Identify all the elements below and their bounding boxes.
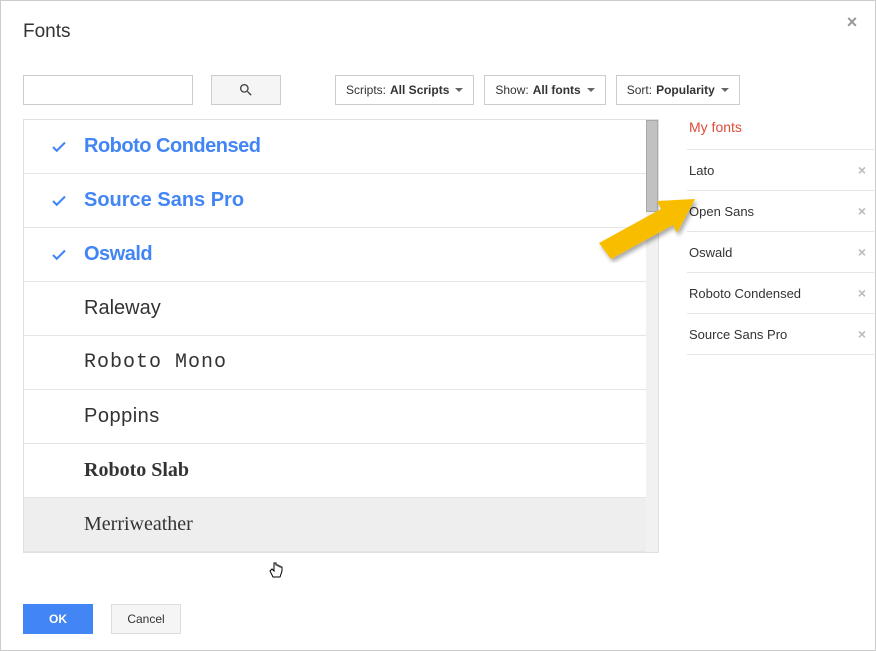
content-area: Roboto Condensed Source Sans Pro Oswald Ral… [1, 119, 875, 553]
search-button[interactable] [211, 75, 281, 105]
sort-filter-value: Popularity [656, 83, 715, 97]
show-filter-value: All fonts [533, 83, 581, 97]
font-name-label: Roboto Slab [84, 459, 189, 482]
close-icon: × [858, 285, 866, 301]
my-fonts-sidebar: My fonts Lato×Open Sans×Oswald×Roboto Co… [659, 119, 875, 553]
font-item[interactable]: Raleway [24, 282, 658, 336]
scripts-filter-label: Scripts: [346, 83, 386, 97]
remove-font-button[interactable]: × [858, 203, 866, 219]
font-item[interactable]: Poppins [24, 390, 658, 444]
font-item[interactable]: Source Sans Pro [24, 174, 658, 228]
sidebar-title: My fonts [687, 119, 874, 149]
cursor-hand-icon [268, 561, 286, 581]
font-name-label: Oswald [84, 243, 152, 266]
toolbar: Scripts: All Scripts Show: All fonts Sor… [1, 57, 875, 119]
chevron-down-icon [721, 88, 729, 92]
my-fonts-list: Lato×Open Sans×Oswald×Roboto Condensed×S… [687, 149, 874, 355]
show-filter-label: Show: [495, 83, 528, 97]
close-icon: × [858, 162, 866, 178]
my-font-label: Open Sans [689, 204, 754, 219]
search-icon [238, 82, 254, 98]
font-item[interactable]: Roboto Mono [24, 336, 658, 390]
font-item[interactable]: Oswald [24, 228, 658, 282]
my-font-item[interactable]: Oswald × [687, 232, 874, 273]
chevron-down-icon [587, 88, 595, 92]
font-list: Roboto Condensed Source Sans Pro Oswald Ral… [23, 119, 659, 553]
dialog-footer: OK Cancel [23, 604, 181, 634]
remove-font-button[interactable]: × [858, 244, 866, 260]
search-input[interactable] [23, 75, 193, 105]
my-font-item[interactable]: Open Sans × [687, 191, 874, 232]
fonts-dialog: Fonts × Scripts: All Scripts Show: All f… [0, 0, 876, 651]
close-icon: × [858, 203, 866, 219]
cancel-button[interactable]: Cancel [111, 604, 181, 634]
font-name-label: Source Sans Pro [84, 189, 244, 212]
close-button[interactable]: × [843, 13, 861, 31]
my-font-item[interactable]: Source Sans Pro × [687, 314, 874, 355]
check-icon [50, 246, 84, 264]
check-icon [50, 192, 84, 210]
scripts-filter[interactable]: Scripts: All Scripts [335, 75, 474, 105]
my-font-label: Lato [689, 163, 714, 178]
my-font-label: Roboto Condensed [689, 286, 801, 301]
my-font-label: Oswald [689, 245, 732, 260]
chevron-down-icon [455, 88, 463, 92]
my-font-item[interactable]: Roboto Condensed × [687, 273, 874, 314]
font-name-label: Poppins [84, 405, 160, 428]
font-name-label: Roboto Mono [84, 351, 227, 374]
check-icon [50, 138, 84, 156]
font-name-label: Merriweather [84, 513, 193, 536]
font-name-label: Roboto Condensed [84, 135, 260, 158]
my-font-label: Source Sans Pro [689, 327, 787, 342]
font-item[interactable]: Roboto Condensed [24, 120, 658, 174]
dialog-title: Fonts [1, 1, 875, 57]
scrollbar-track[interactable] [646, 120, 658, 552]
scrollbar-thumb[interactable] [646, 120, 658, 212]
sort-filter-label: Sort: [627, 83, 652, 97]
close-icon: × [847, 12, 858, 33]
scripts-filter-value: All Scripts [390, 83, 449, 97]
filter-group: Scripts: All Scripts Show: All fonts Sor… [335, 75, 740, 105]
close-icon: × [858, 326, 866, 342]
font-item[interactable]: Merriweather [24, 498, 658, 552]
remove-font-button[interactable]: × [858, 162, 866, 178]
remove-font-button[interactable]: × [858, 326, 866, 342]
close-icon: × [858, 244, 866, 260]
font-item[interactable]: Roboto Slab [24, 444, 658, 498]
ok-button[interactable]: OK [23, 604, 93, 634]
sort-filter[interactable]: Sort: Popularity [616, 75, 740, 105]
font-name-label: Raleway [84, 297, 161, 320]
remove-font-button[interactable]: × [858, 285, 866, 301]
show-filter[interactable]: Show: All fonts [484, 75, 605, 105]
my-font-item[interactable]: Lato × [687, 150, 874, 191]
